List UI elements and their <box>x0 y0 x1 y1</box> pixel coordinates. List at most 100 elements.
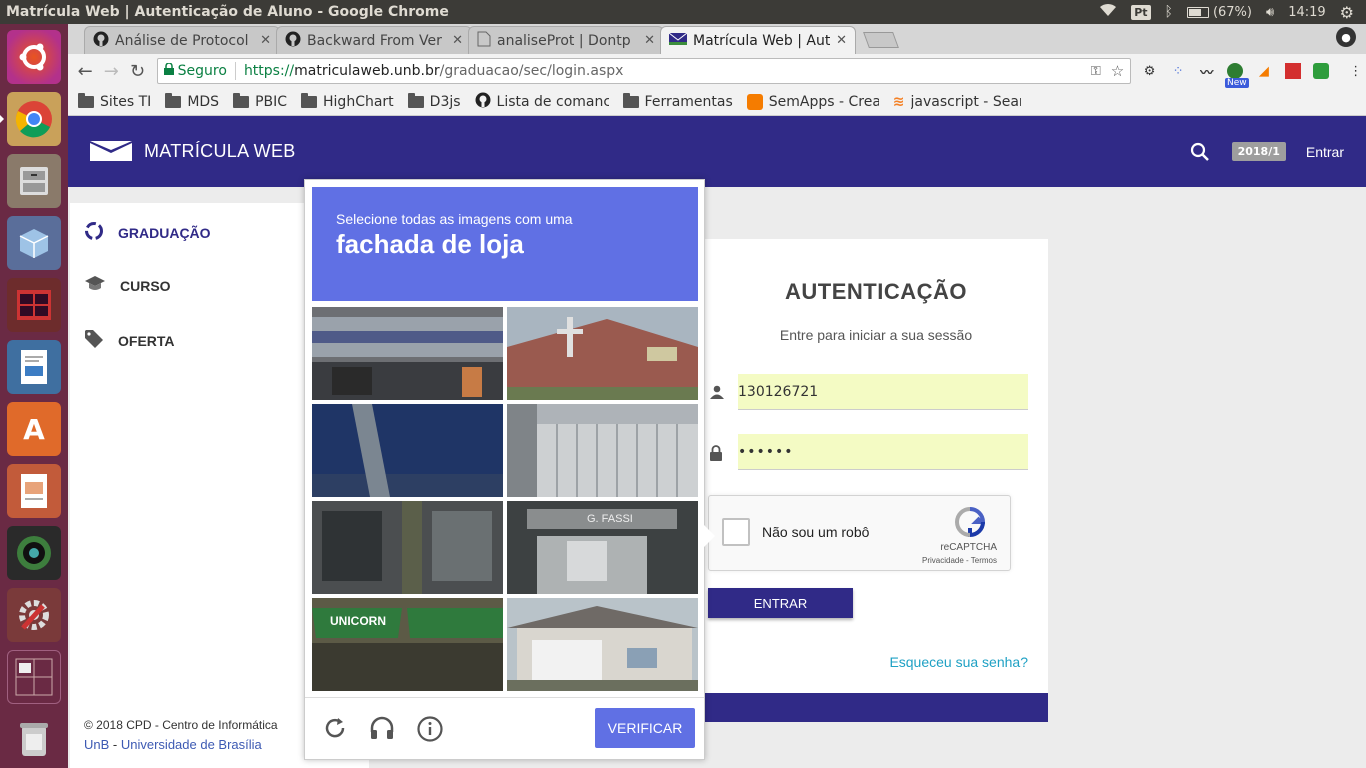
entrar-button[interactable]: ENTRAR <box>708 588 853 618</box>
verify-button[interactable]: VERIFICAR <box>595 708 695 748</box>
bookmark-folder[interactable]: HighChart <box>301 92 394 110</box>
extension-new-icon[interactable]: New <box>1225 60 1249 88</box>
captcha-tile[interactable] <box>312 404 503 497</box>
chrome-icon[interactable] <box>0 92 61 146</box>
browser-tab[interactable]: Análise de Protocol ✕ <box>84 26 280 54</box>
ubuntu-icon[interactable] <box>7 30 61 84</box>
star-icon[interactable]: ☆ <box>1111 62 1124 80</box>
captcha-tile[interactable] <box>312 501 503 594</box>
browser-tab[interactable]: Backward From Ver ✕ <box>276 26 472 54</box>
login-title: AUTENTICAÇÃO <box>785 279 967 304</box>
graduation-cap-icon <box>84 275 106 296</box>
files-icon[interactable] <box>7 154 61 208</box>
window-title: Matrícula Web | Autenticação de Aluno - … <box>6 4 449 20</box>
close-icon[interactable]: ✕ <box>644 33 655 48</box>
forward-icon[interactable]: → <box>98 61 124 82</box>
logo-envelope-icon[interactable] <box>90 140 132 163</box>
reload-challenge-icon[interactable] <box>323 716 347 744</box>
sidebar-item-label: OFERTA <box>118 332 175 349</box>
impress-icon[interactable] <box>7 464 61 518</box>
settings-icon[interactable] <box>7 588 61 642</box>
info-icon[interactable] <box>417 716 443 746</box>
sidebar-item-graduacao[interactable]: GRADUAÇÃO <box>84 221 211 244</box>
tab-title: Matrícula Web | Aut <box>693 32 831 49</box>
volume-icon[interactable]: 🔊︎ <box>1266 5 1274 20</box>
extension-wave-icon[interactable]: 〰 <box>1196 60 1217 82</box>
back-icon[interactable]: ← <box>72 61 98 82</box>
software-center-icon[interactable]: A <box>7 402 61 456</box>
tile-unicorn-text: UNICORN <box>330 614 386 628</box>
captcha-tile[interactable]: G. FASSI <box>507 501 698 594</box>
close-icon[interactable]: ✕ <box>836 33 847 48</box>
footer-link-university[interactable]: Universidade de Brasília <box>121 737 262 752</box>
bookmark-label: HighChart <box>323 93 394 110</box>
bookmark-folder[interactable]: Ferramentas <box>622 92 733 110</box>
forgot-password-link[interactable]: Esqueceu sua senha? <box>889 654 1028 670</box>
username-field[interactable]: 130126721 <box>738 374 1028 410</box>
footer-copyright: © 2018 CPD - Centro de Informática <box>84 718 278 732</box>
extension-gear-icon[interactable]: ⚙ <box>1139 60 1160 82</box>
sidebar-item-curso[interactable]: CURSO <box>84 275 171 296</box>
document-icon <box>477 31 491 51</box>
app-brand[interactable]: MATRÍCULA WEB <box>144 141 296 162</box>
clock[interactable]: 14:19 <box>1288 5 1325 20</box>
bluetooth-icon[interactable]: ᛒ <box>1165 4 1173 20</box>
address-bar[interactable]: Seguro https:// matriculaweb.unb.br /gra… <box>156 58 1132 84</box>
keyboard-layout-indicator[interactable]: Pt <box>1131 4 1151 20</box>
close-icon[interactable]: ✕ <box>452 33 463 48</box>
sidebar-footer: © 2018 CPD - Centro de Informática UnB -… <box>84 715 278 755</box>
recaptcha-widget: Não sou um robô reCAPTCHA Privacidade - … <box>708 495 1011 571</box>
tab-title: Análise de Protocol <box>115 32 249 49</box>
bookmark-link[interactable]: Lista de comanc <box>475 92 609 112</box>
search-icon[interactable] <box>1190 142 1210 162</box>
battery-percent: (67%) <box>1212 4 1252 20</box>
wifi-icon[interactable] <box>1099 3 1117 21</box>
battery-indicator[interactable]: (67%) <box>1186 4 1252 20</box>
audio-challenge-icon[interactable] <box>369 716 395 744</box>
workspaces-icon[interactable] <box>7 650 61 704</box>
bookmark-link[interactable]: SemApps - Creat <box>746 93 879 110</box>
bookmark-folder[interactable]: PBIC <box>233 92 287 110</box>
captcha-tile[interactable] <box>507 598 698 691</box>
bookmark-folder[interactable]: D3js <box>407 92 461 110</box>
system-gear-icon[interactable]: ⚙ <box>1340 3 1354 22</box>
profile-icon[interactable]: ● <box>1336 27 1356 47</box>
footer-link-unb[interactable]: UnB <box>84 737 109 752</box>
app-header: MATRÍCULA WEB 2018/1 Entrar <box>68 116 1366 187</box>
browser-tab[interactable]: analiseProt | Dontp ✕ <box>468 26 664 54</box>
extension-orange-icon[interactable]: ◢ <box>1254 60 1275 82</box>
password-field[interactable]: •••••• <box>738 434 1028 470</box>
extension-red-icon[interactable] <box>1282 60 1303 82</box>
captcha-tile[interactable]: UNICORN <box>312 598 503 691</box>
bookmark-label: D3js <box>429 93 461 110</box>
trash-icon[interactable] <box>7 712 61 766</box>
bookmark-label: Lista de comanc <box>496 93 609 110</box>
captcha-tile[interactable] <box>312 307 503 400</box>
challenge-pointer <box>704 525 715 547</box>
recaptcha-checkbox[interactable] <box>722 518 750 546</box>
bookmark-folder[interactable]: MDS <box>165 92 219 110</box>
new-tab-button[interactable] <box>863 32 899 48</box>
key-icon[interactable]: ⚿ <box>1091 64 1101 79</box>
browser-tab-active[interactable]: Matrícula Web | Aut ✕ <box>660 26 856 54</box>
login-link[interactable]: Entrar <box>1306 144 1344 160</box>
bookmark-link[interactable]: ≋ javascript - Sear <box>893 94 1021 110</box>
sidebar-item-oferta[interactable]: OFERTA <box>84 329 175 352</box>
secure-indicator[interactable]: Seguro <box>163 62 227 79</box>
captcha-tile[interactable] <box>507 404 698 497</box>
captcha-tile[interactable] <box>507 307 698 400</box>
writer-icon[interactable] <box>7 340 61 394</box>
bookmark-folder[interactable]: Sites TI <box>78 92 151 110</box>
extension-dots-icon[interactable]: ⁘ <box>1168 60 1189 82</box>
recaptcha-links[interactable]: Privacidade - Termos <box>922 556 997 565</box>
webcam-icon[interactable] <box>7 526 61 580</box>
terminal-icon[interactable] <box>7 278 61 332</box>
url-path: /graduacao/sec/login.aspx <box>439 63 624 79</box>
recaptcha-brand: reCAPTCHA <box>940 542 997 553</box>
extension-cors-icon[interactable] <box>1311 60 1332 82</box>
menu-icon[interactable]: ⋮ <box>1345 60 1366 82</box>
close-icon[interactable]: ✕ <box>260 33 271 48</box>
footer-separator: - <box>109 737 121 752</box>
virtualbox-icon[interactable] <box>7 216 61 270</box>
reload-icon[interactable]: ↻ <box>124 61 150 82</box>
